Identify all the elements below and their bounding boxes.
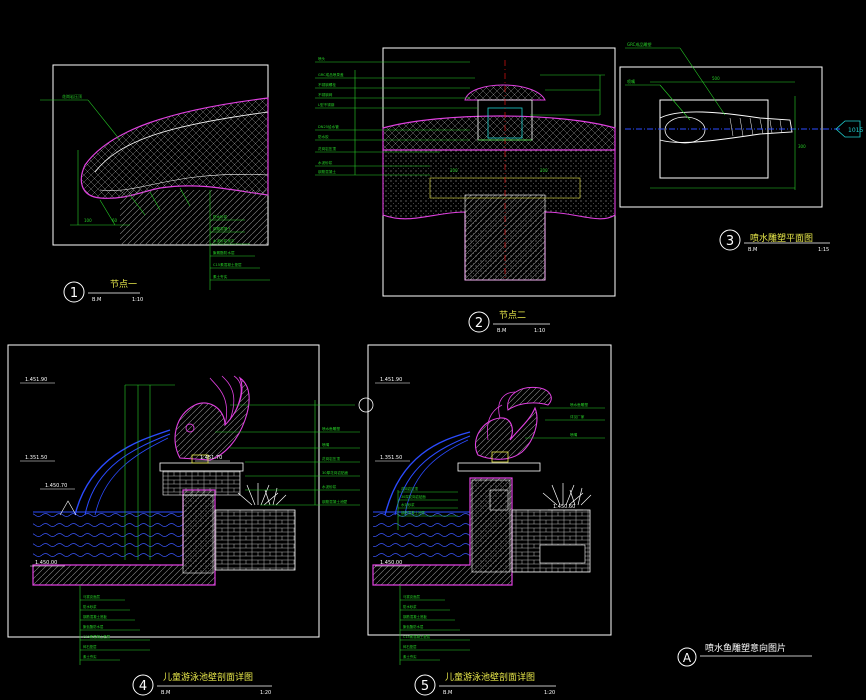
detail-3-fountain-plan: 1015 500 300 GRC成品雕塑 喷嘴 3 喷水雕塑平面图 B.M 1:… xyxy=(619,41,863,253)
svg-text:钢筋混凝土底板: 钢筋混凝土底板 xyxy=(403,614,427,619)
svg-text:1015: 1015 xyxy=(848,127,863,134)
svg-text:素土夯实: 素土夯实 xyxy=(213,274,228,279)
detail-4-title: 儿童游泳池壁剖面详图 xyxy=(163,671,253,683)
svg-text:1.351.50: 1.351.50 xyxy=(25,455,47,461)
svg-text:花岗岩压顶: 花岗岩压顶 xyxy=(318,146,336,151)
svg-text:素土夯实: 素土夯实 xyxy=(83,654,97,659)
svg-text:钢筋混凝土: 钢筋混凝土 xyxy=(213,226,231,231)
svg-text:1.451.70: 1.451.70 xyxy=(200,455,222,461)
svg-text:1.450.60: 1.450.60 xyxy=(553,504,575,510)
svg-text:碎石垫层: 碎石垫层 xyxy=(83,644,97,649)
svg-text:B.M: B.M xyxy=(497,328,506,334)
svg-text:60: 60 xyxy=(112,218,118,223)
svg-text:喷水鱼雕塑: 喷水鱼雕塑 xyxy=(322,426,340,431)
detail-4-number: 4 xyxy=(139,679,147,694)
svg-text:DN25给水管: DN25给水管 xyxy=(318,124,339,129)
svg-text:C15素混凝土垫层: C15素混凝土垫层 xyxy=(403,634,431,639)
svg-text:防水砂浆: 防水砂浆 xyxy=(403,604,417,609)
svg-text:钢筋混凝土池壁: 钢筋混凝土池壁 xyxy=(401,510,425,515)
svg-text:聚氨酯防水层: 聚氨酯防水层 xyxy=(213,250,235,255)
svg-text:L型不锈钢: L型不锈钢 xyxy=(318,102,335,107)
svg-text:水泥砂浆: 水泥砂浆 xyxy=(401,502,415,507)
svg-text:GRC成品雕塑: GRC成品雕塑 xyxy=(627,41,651,47)
reference-image-title: 喷水鱼雕塑意向图片 xyxy=(705,642,786,654)
detail-2-number: 2 xyxy=(475,316,483,331)
svg-text:喷嘴: 喷嘴 xyxy=(627,78,635,84)
svg-text:200: 200 xyxy=(450,168,458,173)
svg-text:200: 200 xyxy=(540,168,548,173)
svg-text:防水砂浆: 防水砂浆 xyxy=(83,604,97,609)
detail-5-title: 儿童游泳池壁剖面详图 xyxy=(445,671,535,683)
svg-text:1:20: 1:20 xyxy=(544,690,555,696)
svg-text:马赛克面层: 马赛克面层 xyxy=(403,594,421,599)
svg-text:防水砂浆: 防水砂浆 xyxy=(213,214,228,219)
svg-text:B.M: B.M xyxy=(161,690,170,696)
svg-text:C15素混凝土垫层: C15素混凝土垫层 xyxy=(83,634,111,639)
svg-text:喷嘴: 喷嘴 xyxy=(570,432,578,437)
detail-1-node: 花岗岩压顶 100 60 防水砂浆 钢筋混凝土 水泥砂浆找平 聚氨酯防水层 C1… xyxy=(40,64,270,303)
svg-text:1.450.00: 1.450.00 xyxy=(380,560,402,566)
detail-1-number: 1 xyxy=(70,286,78,301)
svg-text:1.451.90: 1.451.90 xyxy=(25,377,47,383)
svg-text:不锈钢网: 不锈钢网 xyxy=(318,92,333,97)
detail-5-pool-wall-section: 1.451.90 1.351.50 1.450.00 1.450.60 喷水鱼雕… xyxy=(367,344,612,696)
detail-3-number: 3 xyxy=(726,234,734,249)
svg-text:钢筋混凝土池壁: 钢筋混凝土池壁 xyxy=(322,499,348,504)
svg-text:喷水鱼雕塑: 喷水鱼雕塑 xyxy=(570,402,588,407)
detail-5-number: 5 xyxy=(421,679,429,694)
svg-text:不锈钢螺栓: 不锈钢螺栓 xyxy=(318,82,336,87)
svg-text:详见厂家: 详见厂家 xyxy=(570,414,585,419)
svg-text:喷嘴: 喷嘴 xyxy=(322,442,330,447)
svg-text:钢筋混凝土: 钢筋混凝土 xyxy=(318,169,336,174)
svg-text:钢筋混凝土底板: 钢筋混凝土底板 xyxy=(83,614,107,619)
svg-text:防水胶: 防水胶 xyxy=(318,134,329,139)
detail-2-node: 喷头 GRC成品喷泉盖 不锈钢螺栓 不锈钢网 L型不锈钢 DN25给水管 防水胶… xyxy=(315,47,616,334)
svg-text:花岗岩压顶: 花岗岩压顶 xyxy=(322,456,340,461)
svg-text:GRC成品喷泉盖: GRC成品喷泉盖 xyxy=(318,72,344,77)
svg-text:30厚花岗岩贴面: 30厚花岗岩贴面 xyxy=(322,470,349,475)
svg-text:水泥砂浆找平: 水泥砂浆找平 xyxy=(213,238,235,243)
svg-text:B.M: B.M xyxy=(748,247,757,253)
svg-text:1.450.00: 1.450.00 xyxy=(35,560,57,566)
svg-text:水泥砂浆: 水泥砂浆 xyxy=(322,484,337,489)
svg-text:1.451.90: 1.451.90 xyxy=(380,377,402,383)
svg-text:1:20: 1:20 xyxy=(260,690,271,696)
svg-text:喷头: 喷头 xyxy=(318,56,326,61)
detail-4-pool-wall-section: 1.451.90 1.351.50 1.450.70 1.450.00 1.45… xyxy=(7,344,374,696)
cad-drawing-sheet: 花岗岩压顶 100 60 防水砂浆 钢筋混凝土 水泥砂浆找平 聚氨酯防水层 C1… xyxy=(7,41,863,696)
svg-text:聚氨酯防水层: 聚氨酯防水层 xyxy=(83,624,104,629)
svg-text:素土夯实: 素土夯实 xyxy=(403,654,417,659)
svg-text:300: 300 xyxy=(798,144,806,149)
svg-text:水泥砂浆: 水泥砂浆 xyxy=(318,160,333,165)
detail-3-title: 喷水雕塑平面图 xyxy=(750,232,813,244)
svg-text:花岗岩压顶: 花岗岩压顶 xyxy=(62,93,82,99)
detail-2-title: 节点二 xyxy=(499,310,526,321)
svg-text:1:10: 1:10 xyxy=(534,328,545,334)
svg-text:30厚花岗岩贴面: 30厚花岗岩贴面 xyxy=(401,494,426,499)
svg-text:碎石垫层: 碎石垫层 xyxy=(403,644,417,649)
svg-text:花岗岩压顶: 花岗岩压顶 xyxy=(401,486,419,491)
svg-text:A: A xyxy=(683,651,692,665)
svg-text:马赛克面层: 马赛克面层 xyxy=(83,594,101,599)
svg-text:100: 100 xyxy=(84,218,92,223)
svg-text:1.351.50: 1.351.50 xyxy=(380,455,402,461)
svg-text:1:15: 1:15 xyxy=(818,247,829,253)
svg-text:1.450.70: 1.450.70 xyxy=(45,483,67,489)
svg-text:500: 500 xyxy=(712,76,720,81)
svg-text:聚氨酯防水层: 聚氨酯防水层 xyxy=(403,624,424,629)
detail-1-title: 节点一 xyxy=(110,279,137,290)
svg-text:C15素混凝土垫层: C15素混凝土垫层 xyxy=(213,262,242,267)
svg-text:B.M: B.M xyxy=(92,297,101,303)
svg-text:B.M: B.M xyxy=(443,690,452,696)
reference-image-label-a: A 喷水鱼雕塑意向图片 xyxy=(677,642,812,667)
svg-text:1:10: 1:10 xyxy=(132,297,143,303)
